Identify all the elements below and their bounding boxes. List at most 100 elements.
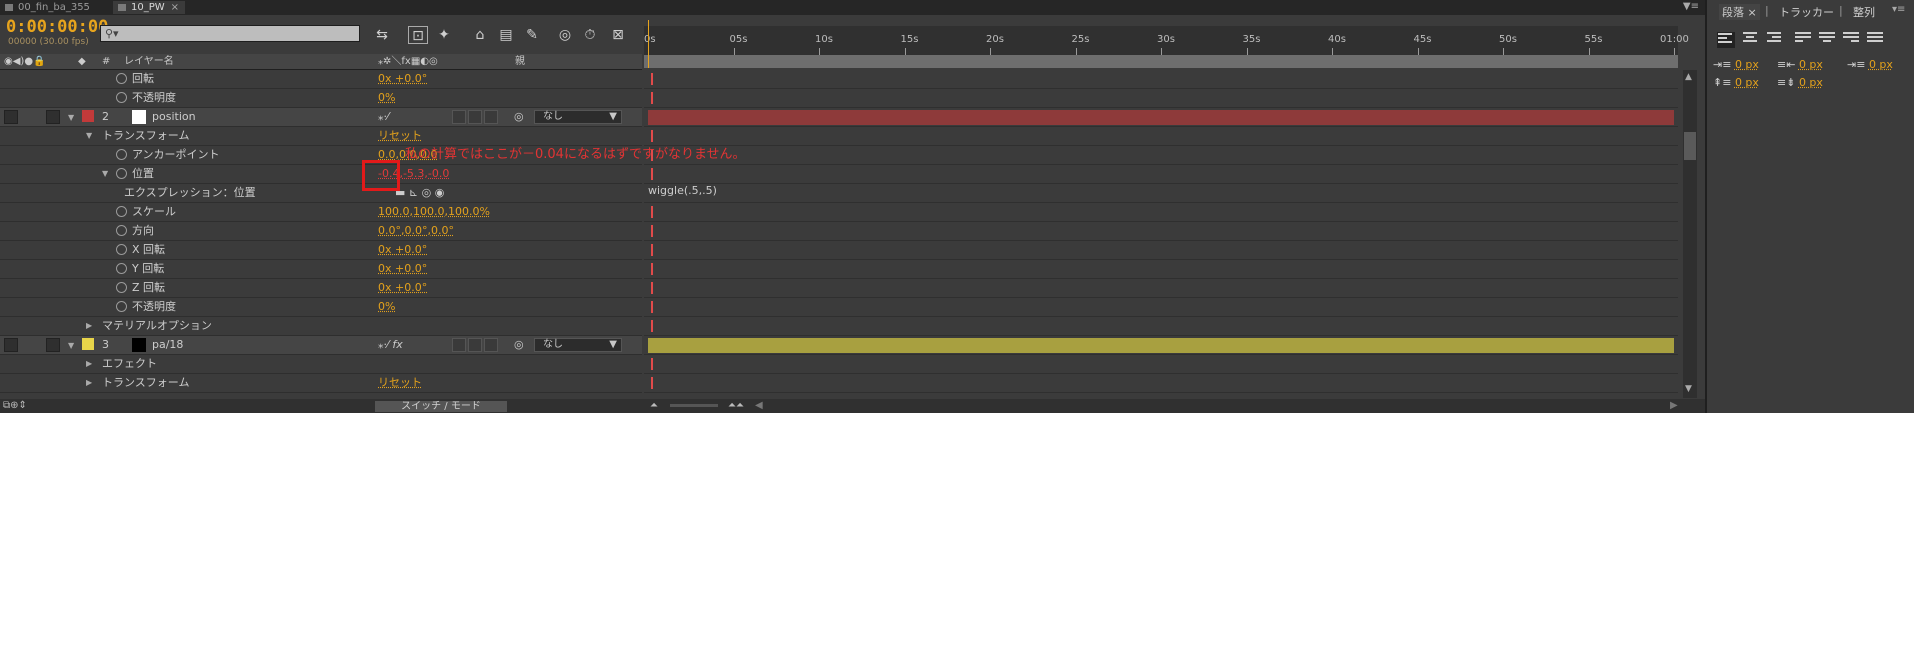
footer-toggle-icons[interactable]: ⧉⊕⇕ [3,399,27,413]
property-row[interactable]: 回転 0x +0.0° [0,70,642,89]
switch-box[interactable] [452,338,466,352]
timeline-track-row[interactable] [644,222,1678,241]
stopwatch-icon[interactable] [116,149,127,160]
space-before-field[interactable]: ⇞≡ 0 px [1713,76,1759,89]
property-value[interactable]: 0.0°,0.0°,0.0° [378,222,454,240]
expand-triangle-icon[interactable]: ▶ [86,355,92,373]
align-left-icon[interactable] [1717,32,1735,48]
stopwatch-icon[interactable] [116,244,127,255]
switch-mode-toggle[interactable]: スイッチ / モード [375,401,507,412]
timeline-track-row[interactable] [644,203,1678,222]
property-value[interactable]: 0x +0.0° [378,70,427,88]
parent-dropdown[interactable]: なし ▼ [534,110,622,124]
pickwhip-icon[interactable]: ◎ [514,336,524,354]
align-center-icon[interactable] [1743,32,1759,46]
layer-name[interactable]: position [152,108,196,126]
zoom-slider[interactable] [670,404,718,407]
space-after-field[interactable]: ≡⇟ 0 px [1777,76,1823,89]
layer-switches[interactable]: ⁎·⁄ [378,108,389,126]
3d-layer-switch[interactable] [484,110,498,124]
graph-editor-icon[interactable]: ⏱ [580,26,600,44]
scroll-down-icon[interactable]: ▼ [1685,384,1692,394]
justify-last-center-icon[interactable] [1819,32,1835,46]
property-row[interactable]: ▶ マテリアルオプション [0,317,642,336]
stopwatch-icon[interactable] [116,263,127,274]
expression-text[interactable]: wiggle(.5,.5) [648,184,717,197]
work-area-bar[interactable] [644,55,1678,68]
lock-toggle[interactable] [46,110,60,124]
timeline-track-row[interactable] [644,260,1678,279]
expand-triangle-icon[interactable]: ▶ [86,374,92,392]
scroll-left-icon[interactable]: ◀ [755,399,763,413]
timeline-track-row[interactable] [644,89,1678,108]
playhead[interactable] [648,20,649,68]
indent-left-field[interactable]: ⇥≡ 0 px [1713,58,1759,71]
stopwatch-icon[interactable] [116,92,127,103]
timeline-track-row[interactable] [644,70,1678,89]
shy-layers-icon[interactable]: ✦ [434,26,454,44]
expand-triangle-icon[interactable]: ▼ [102,165,108,183]
align-right-icon[interactable] [1767,32,1783,46]
lock-toggle[interactable] [46,338,60,352]
property-value[interactable]: 0x +0.0° [378,260,427,278]
render-icon[interactable]: ⊠ [608,26,628,44]
comp-mini-flowchart-icon[interactable]: ⇆ [372,26,392,44]
layer-row[interactable]: ▼ 2 position ⁎·⁄ ◎ なし ▼ [0,108,642,127]
switch-box[interactable] [468,110,482,124]
vertical-scrollbar[interactable]: ▲ ▼ [1683,70,1697,398]
property-row[interactable]: ▶ トランスフォーム リセット [0,374,642,393]
auto-keyframe-icon[interactable]: ◎ [555,26,575,44]
zoom-in-icon[interactable]: ⏶⏶ [728,399,744,413]
timeline-track-row[interactable] [644,279,1678,298]
expand-triangle-icon[interactable]: ▼ [86,127,92,145]
layer-duration-bar[interactable] [648,110,1674,125]
draft-3d-icon[interactable]: ⊡ [408,26,428,44]
panel-menu-icon[interactable]: ▾≡ [1892,4,1905,15]
stopwatch-icon[interactable] [116,73,127,84]
label-color-swatch[interactable] [82,338,94,350]
brainstorm-icon[interactable]: ✎ [522,26,542,44]
stopwatch-icon[interactable] [116,225,127,236]
property-row[interactable]: スケール 100.0,100.0,100.0% [0,203,642,222]
close-icon[interactable]: × [171,2,179,13]
justify-last-right-icon[interactable] [1843,32,1859,46]
expression-controls[interactable]: ▬ ⊾ ◎ ◉ [395,184,444,202]
justify-last-left-icon[interactable] [1795,32,1811,46]
property-row[interactable]: 不透明度 0% [0,89,642,108]
property-value[interactable]: 0% [378,89,395,107]
tab-paragraph[interactable]: 段落 × [1719,4,1760,20]
scroll-up-icon[interactable]: ▲ [1685,72,1692,82]
property-row[interactable]: X 回転 0x +0.0° [0,241,642,260]
indent-right-field[interactable]: ≡⇤ 0 px [1777,58,1823,71]
video-toggle[interactable] [4,110,18,124]
property-row[interactable]: ▼ 位置 -0.4,-5.3,-0.0 [0,165,642,184]
parent-dropdown[interactable]: なし ▼ [534,338,622,352]
property-value[interactable]: 0% [378,298,395,316]
timeline-track-row[interactable]: wiggle(.5,.5) [644,184,1678,203]
property-value[interactable]: リセット [378,374,422,392]
stopwatch-icon[interactable] [116,206,127,217]
video-toggle[interactable] [4,338,18,352]
tab-comp-2[interactable]: 10_PW × [113,1,185,14]
switch-box[interactable] [468,338,482,352]
layer-switches-icons[interactable]: ⁎✲＼fx▦◐◎ [378,54,438,69]
layer-duration-bar[interactable] [648,338,1674,353]
expand-triangle-icon[interactable]: ▶ [86,317,92,335]
layer-switches[interactable]: ⁎·⁄ fx [378,336,403,354]
scroll-thumb[interactable] [1684,132,1696,160]
time-ruler[interactable]: 0s 05s 10s 15s 20s 25s 30s 35s 40s 45s 50s 55s 01:00 [644,26,1689,56]
tab-align[interactable]: 整列 [1853,4,1875,20]
property-row[interactable]: Y 回転 0x +0.0° [0,260,642,279]
3d-layer-switch[interactable] [484,338,498,352]
panel-menu-icon[interactable]: ▼≡ [1683,1,1699,12]
timeline-track-row[interactable] [644,298,1678,317]
timeline-track-row[interactable] [644,336,1678,355]
tab-comp-1[interactable]: 00_fin_ba_355 [0,1,110,14]
first-line-indent-field[interactable]: ⇥≡ 0 px [1847,58,1893,71]
layer-search-input[interactable]: ⚲▾ [100,25,360,42]
expand-triangle-icon[interactable]: ▼ [68,337,74,355]
stopwatch-icon[interactable] [116,301,127,312]
timeline-track-row[interactable] [644,374,1678,393]
frame-blending-icon[interactable]: ⌂ [470,26,490,44]
property-value[interactable]: 100.0,100.0,100.0% [378,203,490,221]
